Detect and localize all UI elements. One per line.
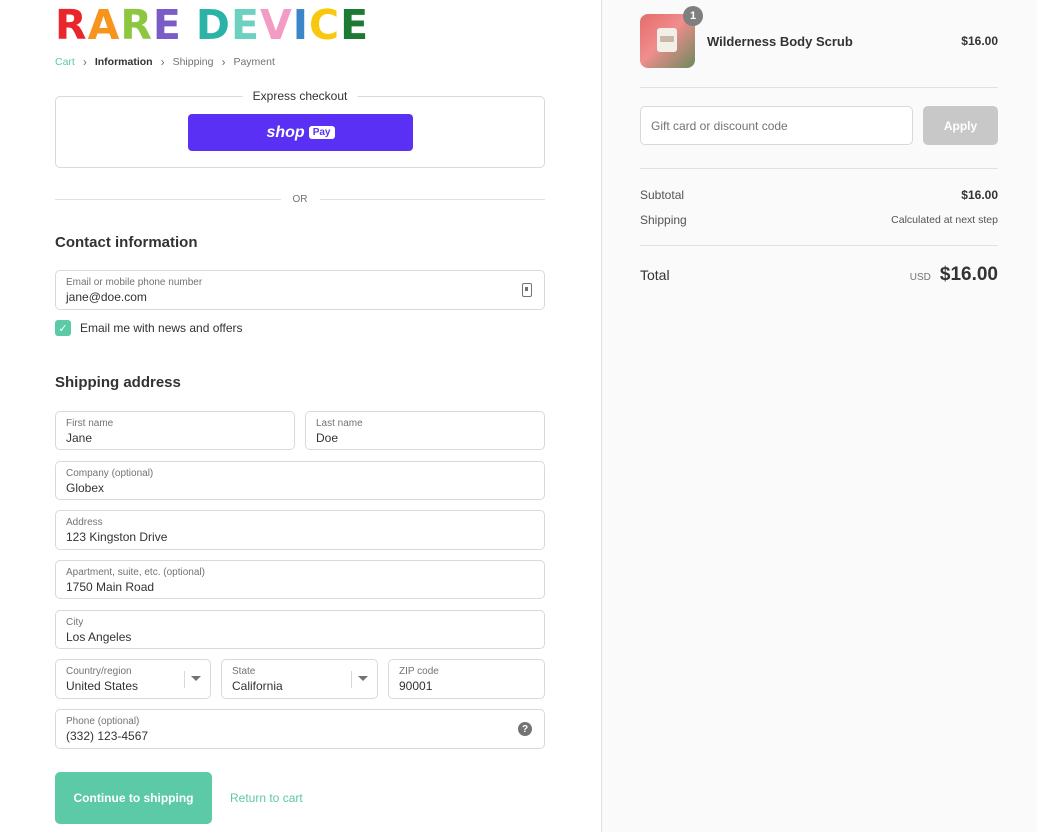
company-value[interactable]: Globex [66, 481, 534, 496]
product-jar-icon [657, 28, 677, 52]
chevron-right-icon: › [221, 55, 226, 69]
logo-letter: C [308, 1, 341, 49]
newsletter-option[interactable]: ✓ Email me with news and offers [55, 320, 243, 336]
company-label: Company (optional) [66, 468, 154, 479]
zip-field[interactable]: ZIP code 90001 [388, 659, 545, 699]
logo-letter: D [195, 1, 231, 49]
express-checkout-title: Express checkout [242, 89, 358, 103]
help-icon[interactable]: ? [518, 722, 532, 736]
logo-letter: A [87, 1, 121, 49]
logo-letter: R [55, 1, 88, 49]
email-label: Email or mobile phone number [66, 277, 203, 288]
continue-to-shipping-button[interactable]: Continue to shipping [55, 772, 212, 824]
or-divider: OR [55, 194, 545, 205]
total-row: Total USD $16.00 [640, 264, 998, 286]
breadcrumb-cart[interactable]: Cart [55, 56, 75, 68]
product-thumbnail: 1 [640, 6, 703, 68]
country-label: Country/region [66, 666, 132, 677]
logo-letter: E [152, 1, 182, 49]
logo-letter: E [230, 1, 260, 49]
state-value: California [232, 679, 283, 693]
chevron-right-icon: › [82, 55, 87, 69]
chevron-down-icon[interactable] [191, 676, 201, 681]
logo-letter [182, 1, 196, 49]
store-logo[interactable]: RARE DEVICE [55, 1, 369, 49]
last-name-field[interactable]: Last name Doe [305, 411, 545, 450]
return-to-cart-link[interactable]: Return to cart [230, 791, 303, 805]
order-summary: 1 Wilderness Body Scrub $16.00 Gift card… [601, 0, 1037, 832]
apartment-label: Apartment, suite, etc. (optional) [66, 567, 205, 578]
currency-code: USD [909, 272, 931, 283]
total-label: Total [640, 267, 670, 283]
first-name-label: First name [66, 418, 114, 429]
contact-information-title: Contact information [55, 234, 198, 251]
summary-divider [640, 168, 998, 169]
shop-pay-button[interactable]: shop Pay [188, 114, 413, 151]
subtotal-row: Subtotal $16.00 [640, 188, 998, 202]
last-name-label: Last name [316, 418, 363, 429]
shop-pay-logo: shop [266, 123, 305, 141]
country-value: United States [66, 679, 139, 693]
phone-icon [522, 283, 532, 297]
city-field[interactable]: City Los Angeles [55, 610, 545, 649]
breadcrumb-information: Information [94, 56, 153, 68]
apply-discount-button[interactable]: Apply [923, 106, 998, 145]
email-value[interactable]: jane@doe.com [66, 290, 534, 305]
last-name-value[interactable]: Doe [316, 431, 534, 446]
state-label: State [232, 666, 256, 677]
logo-letter: I [292, 1, 309, 49]
breadcrumb: Cart › Information › Shipping › Payment [55, 55, 275, 69]
shop-pay-pill: Pay [308, 126, 335, 139]
product-price: $16.00 [961, 34, 998, 48]
breadcrumb-shipping: Shipping [172, 56, 214, 68]
shipping-value: Calculated at next step [891, 214, 998, 226]
logo-letter: V [259, 1, 293, 49]
divider-line [319, 199, 545, 200]
company-field[interactable]: Company (optional) Globex [55, 461, 545, 500]
newsletter-label: Email me with news and offers [80, 321, 243, 335]
city-value[interactable]: Los Angeles [66, 630, 534, 645]
logo-letter: R [120, 1, 153, 49]
phone-label: Phone (optional) [66, 716, 140, 727]
select-divider [184, 671, 185, 688]
shipping-address-title: Shipping address [55, 374, 181, 391]
subtotal-label: Subtotal [640, 188, 685, 202]
logo-letter: E [340, 1, 370, 49]
quantity-badge: 1 [683, 6, 703, 26]
or-label: OR [292, 194, 308, 205]
address-label: Address [66, 517, 103, 528]
total-value-group: USD $16.00 [910, 264, 998, 286]
apartment-field[interactable]: Apartment, suite, etc. (optional) 1750 M… [55, 560, 545, 599]
shipping-row: Shipping Calculated at next step [640, 213, 998, 227]
city-label: City [66, 617, 84, 628]
checkbox-checked-icon[interactable]: ✓ [55, 320, 71, 336]
phone-field[interactable]: Phone (optional) (332) 123-4567 ? [55, 709, 545, 749]
express-checkout: Express checkout shop Pay [55, 89, 545, 168]
discount-code-input[interactable]: Gift card or discount code [640, 106, 913, 145]
shipping-label: Shipping [640, 213, 687, 227]
first-name-field[interactable]: First name Jane [55, 411, 295, 450]
summary-divider [640, 245, 998, 246]
summary-divider [640, 87, 998, 88]
address-field[interactable]: Address 123 Kingston Drive [55, 510, 545, 550]
select-divider [351, 671, 352, 688]
chevron-right-icon: › [160, 55, 165, 69]
email-field[interactable]: Email or mobile phone number jane@doe.co… [55, 270, 545, 310]
total-amount: $16.00 [939, 264, 998, 285]
first-name-value[interactable]: Jane [66, 431, 284, 446]
state-select[interactable]: State California [221, 659, 378, 699]
divider-line [55, 199, 281, 200]
chevron-down-icon[interactable] [358, 676, 368, 681]
product-name: Wilderness Body Scrub [707, 33, 853, 49]
zip-value[interactable]: 90001 [399, 679, 534, 694]
zip-label: ZIP code [399, 666, 439, 677]
cart-line-item: 1 Wilderness Body Scrub $16.00 [640, 6, 998, 68]
apartment-value[interactable]: 1750 Main Road [66, 580, 534, 595]
country-select[interactable]: Country/region United States [55, 659, 211, 699]
address-value[interactable]: 123 Kingston Drive [66, 530, 534, 545]
phone-value[interactable]: (332) 123-4567 [66, 729, 534, 744]
subtotal-value: $16.00 [961, 188, 998, 202]
breadcrumb-payment: Payment [233, 56, 275, 68]
